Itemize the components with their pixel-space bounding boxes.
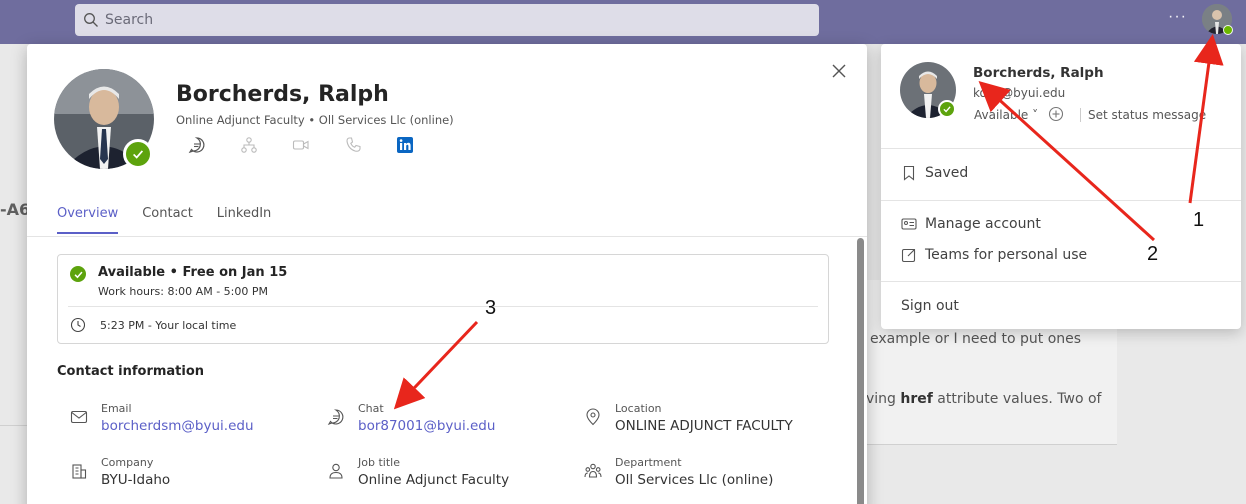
close-icon[interactable] bbox=[830, 62, 848, 80]
company-label: Company bbox=[101, 456, 154, 469]
phone-icon bbox=[346, 137, 361, 152]
menu-divider bbox=[881, 148, 1241, 149]
local-time: 5:23 PM - Your local time bbox=[100, 319, 237, 332]
linkedin-button[interactable] bbox=[396, 136, 448, 154]
chat-button[interactable] bbox=[188, 136, 240, 154]
saved-menu-item[interactable]: Saved bbox=[901, 165, 968, 181]
background-text-line: example or I need to put ones bbox=[870, 331, 1082, 347]
set-status-message-button[interactable]: Set status message bbox=[1088, 108, 1206, 122]
company-value: BYU-Idaho bbox=[101, 472, 171, 488]
location-label: Location bbox=[615, 402, 662, 415]
search-icon bbox=[84, 13, 98, 27]
manage-account-label: Manage account bbox=[925, 216, 1041, 232]
external-link-icon bbox=[901, 248, 916, 263]
top-bar: ··· bbox=[0, 0, 1246, 44]
menu-divider bbox=[881, 200, 1241, 201]
org-chart-button[interactable] bbox=[240, 136, 292, 154]
profile-name: Borcherds, Ralph bbox=[176, 82, 389, 107]
manage-account-menu-item[interactable]: Manage account bbox=[901, 216, 1041, 232]
availability-status: Available • Free on Jan 15 bbox=[98, 265, 288, 280]
presence-dropdown[interactable]: Available ˅ bbox=[974, 108, 1038, 122]
email-label: Email bbox=[101, 402, 132, 415]
video-camera-icon bbox=[292, 140, 309, 150]
job-title-label: Job title bbox=[358, 456, 400, 469]
availability-divider bbox=[68, 306, 818, 307]
add-status-icon[interactable] bbox=[1048, 106, 1064, 122]
chat-icon bbox=[327, 409, 344, 425]
org-chart-icon bbox=[241, 137, 257, 153]
menu-user-email: kolib@byui.edu bbox=[973, 86, 1066, 100]
department-label: Department bbox=[615, 456, 682, 469]
sign-out-menu-item[interactable]: Sign out bbox=[901, 298, 959, 314]
job-title-value: Online Adjunct Faculty bbox=[358, 472, 510, 488]
saved-label: Saved bbox=[925, 165, 969, 181]
scrollbar[interactable] bbox=[857, 238, 864, 504]
audio-call-button[interactable] bbox=[344, 136, 396, 154]
clock-icon bbox=[70, 317, 86, 333]
more-options-button[interactable]: ··· bbox=[1168, 8, 1187, 26]
tab-overview[interactable]: Overview bbox=[57, 206, 119, 234]
search-input[interactable] bbox=[105, 12, 805, 28]
checkmark-icon bbox=[943, 106, 951, 113]
tab-divider bbox=[27, 236, 867, 237]
chat-label: Chat bbox=[358, 402, 384, 415]
checkmark-icon bbox=[133, 150, 144, 159]
work-hours: Work hours: 8:00 AM - 5:00 PM bbox=[98, 285, 268, 298]
location-pin-icon bbox=[586, 408, 600, 426]
annotation-label-2: 2 bbox=[1147, 243, 1159, 265]
video-call-button[interactable] bbox=[292, 136, 344, 154]
linkedin-icon bbox=[397, 137, 413, 153]
id-card-icon bbox=[901, 218, 917, 230]
menu-user-name: Borcherds, Ralph bbox=[973, 65, 1104, 81]
profile-tabs: Overview Contact LinkedIn bbox=[57, 206, 271, 234]
presence-available-badge bbox=[1223, 25, 1233, 35]
mail-icon bbox=[70, 410, 88, 424]
email-link[interactable]: borcherdsm@byui.edu bbox=[101, 418, 254, 434]
menu-divider bbox=[1080, 108, 1081, 122]
menu-divider bbox=[881, 281, 1241, 282]
annotation-label-3: 3 bbox=[485, 297, 497, 319]
annotation-label-1: 1 bbox=[1193, 209, 1205, 231]
contact-info-heading: Contact information bbox=[57, 364, 205, 379]
person-icon bbox=[329, 463, 343, 479]
checkmark-icon bbox=[74, 271, 83, 278]
presence-available-badge bbox=[123, 139, 153, 169]
people-group-icon bbox=[584, 463, 602, 478]
teams-personal-menu-item[interactable]: Teams for personal use bbox=[901, 247, 1087, 263]
tab-linkedin[interactable]: LinkedIn bbox=[217, 206, 271, 234]
chat-icon bbox=[188, 137, 205, 154]
department-value: Oll Services Llc (online) bbox=[615, 472, 774, 488]
background-divider bbox=[0, 425, 30, 426]
bookmark-icon bbox=[903, 165, 915, 181]
available-icon bbox=[70, 266, 86, 282]
background-fragment: -A6 bbox=[0, 200, 31, 219]
chat-link[interactable]: bor87001@byui.edu bbox=[358, 418, 495, 434]
profile-subtitle: Online Adjunct Faculty • Oll Services Ll… bbox=[176, 113, 454, 127]
building-icon bbox=[72, 464, 87, 479]
background-text-line: ving href attribute values. Two of bbox=[866, 391, 1102, 407]
tab-contact[interactable]: Contact bbox=[142, 206, 193, 234]
background-divider bbox=[855, 444, 1117, 445]
location-value: ONLINE ADJUNCT FACULTY bbox=[615, 418, 793, 434]
teams-personal-label: Teams for personal use bbox=[925, 247, 1088, 263]
profile-actions bbox=[188, 136, 448, 154]
sign-out-label: Sign out bbox=[901, 298, 959, 314]
presence-available-badge bbox=[938, 100, 956, 118]
search-box[interactable] bbox=[75, 4, 819, 36]
